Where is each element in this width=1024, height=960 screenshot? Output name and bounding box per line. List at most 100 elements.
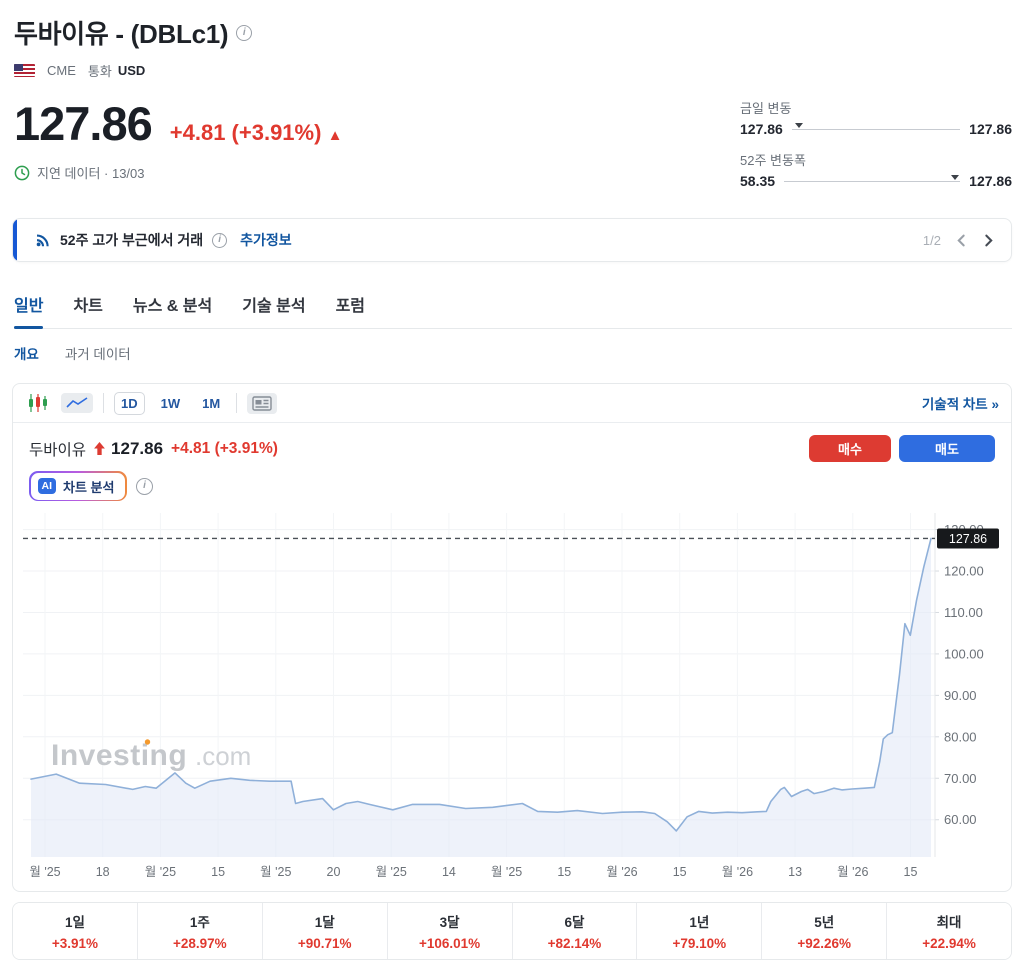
buy-button[interactable]: 매수 <box>809 435 891 462</box>
performance-cell-1y[interactable]: 1년 +79.10% <box>637 903 762 959</box>
ai-row: AI 차트 분석 i <box>13 464 1011 505</box>
svg-text:14: 14 <box>442 865 456 879</box>
svg-text:90.00: 90.00 <box>944 688 977 703</box>
performance-cell-3m[interactable]: 3달 +106.01% <box>388 903 513 959</box>
ai-chart-analysis-button[interactable]: AI 차트 분석 <box>29 471 127 501</box>
day-range-high: 127.86 <box>969 121 1012 137</box>
delay-note: 지연 데이터 · 13/03 <box>37 163 145 182</box>
week52-range-marker-icon <box>951 175 959 180</box>
svg-text:월 '25: 월 '25 <box>29 865 60 879</box>
ai-info-icon[interactable]: i <box>136 478 153 495</box>
performance-cell-max[interactable]: 최대 +22.94% <box>887 903 1011 959</box>
day-range-track <box>792 129 960 130</box>
performance-cell-6m[interactable]: 6달 +82.14% <box>513 903 638 959</box>
area-chart-button[interactable] <box>61 393 93 413</box>
alert-pagination: 1/2 <box>923 233 941 248</box>
area-chart-icon <box>66 396 88 410</box>
svg-text:Investing: Investing <box>51 739 187 772</box>
ticker-price: 127.86 <box>111 439 163 459</box>
svg-text:15: 15 <box>673 865 687 879</box>
tab-general[interactable]: 일반 <box>14 292 43 328</box>
svg-text:18: 18 <box>96 865 110 879</box>
svg-text:127.86: 127.86 <box>949 532 987 546</box>
range-1w-button[interactable]: 1W <box>155 393 187 414</box>
chevron-right-icon <box>982 234 995 247</box>
sub-tabs: 개요 과거 데이터 <box>14 343 1012 363</box>
newspaper-icon <box>252 396 272 411</box>
alert-text: 52주 고가 부근에서 거래 <box>60 230 203 250</box>
rss-icon <box>35 232 51 248</box>
chevron-left-icon <box>955 234 968 247</box>
svg-text:월 '25: 월 '25 <box>376 865 407 879</box>
day-range-low: 127.86 <box>740 121 783 137</box>
main-tabs: 일반 차트 뉴스 & 분석 기술 분석 포럼 <box>14 292 1012 329</box>
svg-text:80.00: 80.00 <box>944 729 977 744</box>
week52-range: 58.35 127.86 <box>740 173 1012 189</box>
sell-button[interactable]: 매도 <box>899 435 995 462</box>
tab-news-analysis[interactable]: 뉴스 & 분석 <box>133 292 212 328</box>
technical-chart-link[interactable]: 기술적 차트 » <box>922 393 999 413</box>
performance-cell-1m[interactable]: 1달 +90.71% <box>263 903 388 959</box>
svg-text:15: 15 <box>904 865 918 879</box>
page-title: 두바이유 - (DBLc1) <box>14 14 228 51</box>
day-range: 127.86 127.86 <box>740 121 1012 137</box>
tab-technical-analysis[interactable]: 기술 분석 <box>242 292 305 328</box>
up-triangle-icon: ▲ <box>328 127 343 144</box>
svg-text:월 '26: 월 '26 <box>606 865 637 879</box>
toolbar-divider <box>103 393 104 413</box>
svg-text:20: 20 <box>327 865 341 879</box>
ticker-row: 두바이유 127.86 +4.81 (+3.91%) 매수 매도 <box>13 423 1011 464</box>
price-block: 127.86 +4.81 (+3.91%) ▲ 지연 데이터 · 13/03 <box>12 96 342 202</box>
ranges-block: 금일 변동 127.86 127.86 52주 변동폭 58.35 127.86 <box>740 96 1012 202</box>
candlestick-icon <box>27 393 49 413</box>
clock-icon <box>14 165 30 181</box>
svg-text:110.00: 110.00 <box>944 605 983 620</box>
svg-text:월 '25: 월 '25 <box>145 865 176 879</box>
price-change: +4.81 (+3.91%) ▲ <box>170 120 343 146</box>
week52-range-label: 52주 변동폭 <box>740 150 1012 169</box>
performance-cell-1d[interactable]: 1일 +3.91% <box>13 903 138 959</box>
performance-cell-1w[interactable]: 1주 +28.97% <box>138 903 263 959</box>
ai-badge-icon: AI <box>38 478 57 494</box>
day-range-marker-icon <box>795 123 803 128</box>
ticker-change: +4.81 (+3.91%) <box>171 440 278 458</box>
chart-area: 60.0070.0080.0090.00100.00110.00120.0013… <box>13 505 1011 891</box>
tab-forum[interactable]: 포럼 <box>336 292 365 328</box>
svg-text:100.00: 100.00 <box>944 646 984 661</box>
alert-prev-button[interactable] <box>955 234 968 247</box>
alert-info-icon[interactable]: i <box>212 233 227 248</box>
performance-strip: 1일 +3.91% 1주 +28.97% 1달 +90.71% 3달 +106.… <box>12 902 1012 960</box>
svg-text:15: 15 <box>557 865 571 879</box>
currency-caption: 통화 <box>88 61 112 80</box>
instrument-page: 두바이유 - (DBLc1) i CME 통화 USD 127.86 +4.81… <box>0 0 1024 960</box>
svg-text:.com: .com <box>195 741 251 771</box>
candlestick-chart-button[interactable] <box>25 391 51 415</box>
news-view-button[interactable] <box>247 393 277 414</box>
week52-range-track <box>784 181 960 182</box>
range-1m-button[interactable]: 1M <box>196 393 226 414</box>
chart-card: 1D 1W 1M 기술적 차트 » 두바이유 127.86 <box>12 383 1012 892</box>
svg-text:월 '25: 월 '25 <box>491 865 522 879</box>
svg-text:13: 13 <box>788 865 802 879</box>
ai-button-label: 차트 분석 <box>63 477 114 496</box>
price-chart[interactable]: 60.0070.0080.0090.00100.00110.00120.0013… <box>23 513 1012 885</box>
svg-text:15: 15 <box>211 865 225 879</box>
exchange-label: CME <box>47 63 76 78</box>
us-flag-icon <box>14 64 35 77</box>
subtab-historical-data[interactable]: 과거 데이터 <box>65 343 131 363</box>
performance-cell-5y[interactable]: 5년 +92.26% <box>762 903 887 959</box>
svg-text:월 '25: 월 '25 <box>260 865 291 879</box>
chart-toolbar: 1D 1W 1M 기술적 차트 » <box>13 384 1011 423</box>
range-1d-button[interactable]: 1D <box>114 392 145 415</box>
svg-text:70.00: 70.00 <box>944 771 977 786</box>
alert-more-link[interactable]: 추가정보 <box>240 230 292 250</box>
day-range-label: 금일 변동 <box>740 98 1012 117</box>
arrow-up-icon <box>94 442 105 455</box>
currency-value: USD <box>118 63 145 78</box>
title-info-icon[interactable]: i <box>236 25 252 41</box>
alert-next-button[interactable] <box>982 234 995 247</box>
svg-text:월 '26: 월 '26 <box>837 865 868 879</box>
tab-chart[interactable]: 차트 <box>73 292 102 328</box>
current-price: 127.86 <box>14 96 152 151</box>
subtab-overview[interactable]: 개요 <box>14 343 39 363</box>
